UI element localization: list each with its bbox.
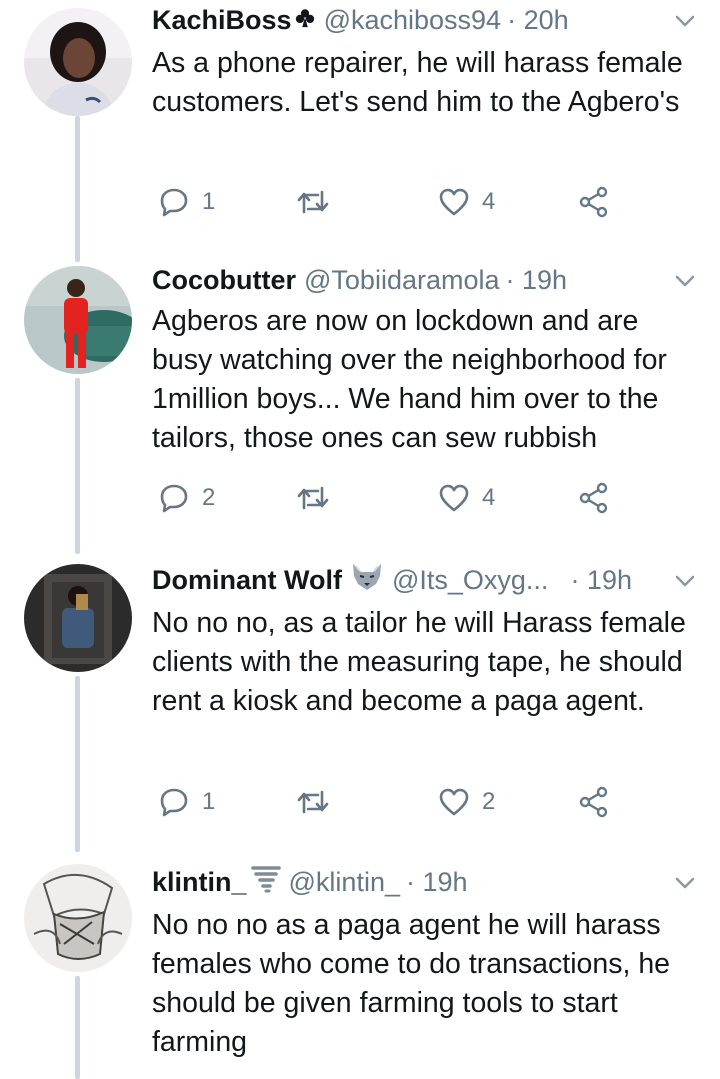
chevron-down-icon[interactable] [672, 568, 698, 594]
avatar[interactable] [24, 564, 132, 672]
reply-button[interactable]: 1 [158, 782, 215, 822]
display-name[interactable]: klintin_ [152, 867, 247, 898]
retweet-button[interactable] [296, 478, 330, 518]
reply-count: 1 [202, 188, 216, 215]
user-handle[interactable]: @Tobiidaramola [304, 265, 500, 296]
heart-icon [439, 788, 469, 816]
retweet-icon [297, 790, 329, 814]
share-icon [579, 786, 608, 818]
tweet-header: KachiBoss @kachiboss94 · 20h [152, 2, 670, 38]
display-name[interactable]: KachiBoss [152, 5, 292, 36]
avatar-image [24, 864, 132, 972]
reply-icon [160, 788, 188, 817]
share-button[interactable] [578, 782, 610, 822]
reply-icon [160, 484, 188, 513]
like-button[interactable]: 4 [438, 478, 495, 518]
heart-icon [439, 484, 469, 512]
tweet-header: Cocobutter @Tobiidaramola · 19h [152, 262, 670, 298]
tweet-text: No no no as a paga agent he will harass … [152, 909, 671, 1058]
thread-line [75, 676, 80, 852]
avatar[interactable] [24, 8, 132, 116]
tweet-text: As a phone repairer, he will harass fema… [152, 47, 683, 118]
retweet-icon [297, 190, 329, 214]
heart-icon [439, 188, 469, 216]
share-icon [579, 186, 608, 218]
tweet-actions: 1 2 [152, 782, 622, 822]
reply-button[interactable]: 1 [158, 182, 215, 222]
thread-line [75, 976, 80, 1079]
tweet-header: Dominant Wolf @Its_Oxyg... · 19h [152, 562, 670, 598]
tweet-actions: 2 4 [152, 478, 622, 518]
user-handle[interactable]: @kachiboss94 [324, 5, 502, 36]
tweet-time: · 19h [405, 866, 468, 897]
share-icon [579, 482, 608, 514]
share-button[interactable] [578, 478, 610, 518]
tweet-time: · 20h [507, 4, 569, 35]
display-name[interactable]: Dominant Wolf [152, 565, 342, 596]
chevron-down-icon[interactable] [672, 268, 698, 294]
reply-button[interactable]: 2 [158, 478, 215, 518]
thread-line [75, 378, 80, 554]
club-suit-icon [294, 5, 316, 36]
reply-count: 1 [202, 788, 216, 815]
avatar[interactable] [24, 864, 132, 972]
display-name[interactable]: Cocobutter [152, 265, 296, 296]
like-button[interactable]: 2 [438, 782, 495, 822]
thread-line [75, 116, 80, 262]
tweet-time: · 19h [505, 264, 568, 295]
tweet-header: klintin_ @klintin_ · 19h [152, 864, 670, 900]
tweet-text: Agberos are now on lockdown and are busy… [152, 305, 667, 454]
retweet-icon [297, 486, 329, 510]
retweet-button[interactable] [296, 782, 330, 822]
reply-icon [160, 188, 188, 217]
share-button[interactable] [578, 182, 610, 222]
user-handle[interactable]: @klintin_ [289, 867, 400, 898]
reply-thread: KachiBoss @kachiboss94 · 20h As a phone … [0, 0, 720, 1079]
avatar-image [24, 266, 132, 374]
avatar[interactable] [24, 266, 132, 374]
chevron-down-icon[interactable] [672, 8, 698, 34]
like-button[interactable]: 4 [438, 182, 495, 222]
wolf-emoji-icon [350, 562, 384, 599]
tweet-actions: 1 4 [152, 182, 622, 222]
like-count: 2 [482, 788, 496, 815]
tweet-text: No no no, as a tailor he will Harass fem… [152, 607, 686, 717]
user-handle[interactable]: @Its_Oxyg... [392, 565, 548, 596]
reply-count: 2 [202, 484, 216, 511]
tornado-emoji-icon [250, 864, 281, 901]
like-count: 4 [482, 188, 496, 215]
chevron-down-icon[interactable] [672, 870, 698, 896]
avatar-image [24, 8, 132, 116]
retweet-button[interactable] [296, 182, 330, 222]
avatar-image [24, 564, 132, 672]
like-count: 4 [482, 484, 496, 511]
tweet-time: · 19h [570, 564, 632, 595]
